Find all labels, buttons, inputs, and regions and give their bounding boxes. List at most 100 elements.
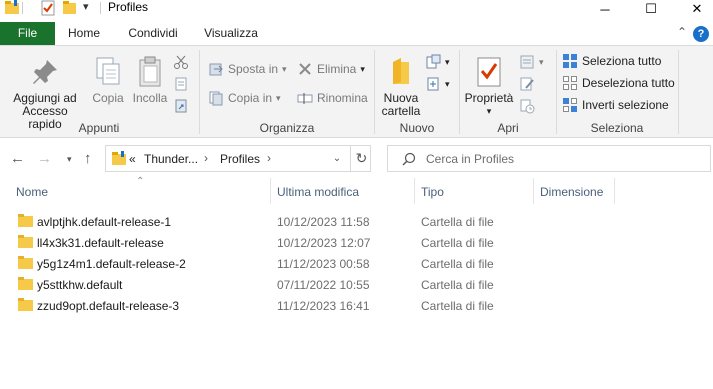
list-item[interactable]: y5g1z4m1.default-release-2 11/12/2023 00… xyxy=(13,253,573,274)
edit-pencil-icon xyxy=(520,77,534,91)
title-bar: ▾ Profiles ─ ☐ ✕ xyxy=(0,0,713,20)
collapse-ribbon-icon[interactable]: ⌃ xyxy=(677,25,687,39)
history-button[interactable] xyxy=(519,96,539,116)
column-divider[interactable] xyxy=(270,178,271,204)
group-label-organizza: Organizza xyxy=(259,121,315,135)
tab-visualizza[interactable]: Visualizza xyxy=(196,22,266,45)
move-to-button[interactable]: Sposta in ▾ xyxy=(208,59,287,79)
search-box[interactable] xyxy=(387,145,711,172)
folder-icon xyxy=(18,213,34,231)
file-modified: 10/12/2023 12:07 xyxy=(277,236,371,250)
copy-to-dropdown-icon: ▾ xyxy=(276,92,281,103)
properties-check-icon[interactable] xyxy=(40,0,56,16)
new-item-button[interactable]: ▾ xyxy=(425,52,450,72)
breadcrumb-chevron-icon[interactable]: › xyxy=(267,151,271,165)
address-dropdown-icon[interactable]: ⌄ xyxy=(324,150,350,168)
breadcrumb-profiles[interactable]: Profiles xyxy=(220,152,260,166)
tab-file[interactable]: File xyxy=(0,22,55,45)
column-divider[interactable] xyxy=(533,178,534,204)
new-folder-button[interactable]: Nuova cartella xyxy=(378,50,424,118)
file-name: y5sttkhw.default xyxy=(37,278,123,292)
help-icon[interactable]: ? xyxy=(693,26,709,42)
list-item[interactable]: ll4x3k31.default-release 10/12/2023 12:0… xyxy=(13,232,573,253)
file-type: Cartella di file xyxy=(421,278,494,292)
column-header-type[interactable]: Tipo xyxy=(421,185,444,199)
folder-icon xyxy=(18,297,34,315)
file-modified: 10/12/2023 11:58 xyxy=(277,215,370,229)
minimize-button[interactable]: ─ xyxy=(582,0,628,18)
maximize-button[interactable]: ☐ xyxy=(628,0,674,18)
refresh-icon[interactable]: ↻ xyxy=(350,146,372,171)
column-divider[interactable] xyxy=(614,178,615,204)
file-modified: 11/12/2023 00:58 xyxy=(277,257,370,271)
recent-locations-icon[interactable]: ▾ xyxy=(67,154,72,165)
copy-to-icon xyxy=(209,91,223,106)
invert-selection-button[interactable]: Inverti selezione xyxy=(562,95,669,115)
paste-button[interactable]: Incolla xyxy=(130,50,170,105)
file-name: ll4x3k31.default-release xyxy=(37,236,164,250)
move-to-icon xyxy=(209,63,223,76)
easy-access-dropdown-icon: ▾ xyxy=(445,78,450,89)
qa-separator xyxy=(22,2,23,14)
invert-selection-icon xyxy=(563,98,577,112)
title-separator xyxy=(100,2,101,14)
open-dropdown-icon: ▾ xyxy=(539,56,544,67)
column-header-modified[interactable]: Ultima modifica xyxy=(277,185,359,199)
select-all-icon xyxy=(563,54,577,68)
new-folder-qa-icon[interactable] xyxy=(62,0,78,16)
group-label-seleziona: Seleziona xyxy=(590,121,644,135)
back-arrow-icon[interactable]: ← xyxy=(10,150,25,167)
close-button[interactable]: ✕ xyxy=(674,0,713,18)
navigation-bar: ← → ▾ ↑ « Thunder... › Profiles › ⌄ ↻ xyxy=(0,140,713,176)
list-item[interactable]: avlptjhk.default-release-1 10/12/2023 11… xyxy=(13,211,573,232)
edit-button[interactable] xyxy=(519,74,539,94)
address-bar[interactable]: « Thunder... › Profiles › ⌄ ↻ xyxy=(105,145,371,172)
tab-home[interactable]: Home xyxy=(58,22,110,45)
breadcrumb-thunderbird[interactable]: Thunder... xyxy=(144,152,198,166)
new-folder-icon xyxy=(387,56,415,88)
select-none-icon xyxy=(563,76,577,90)
scissors-icon xyxy=(174,55,188,69)
qa-customize-icon[interactable]: ▾ xyxy=(83,0,99,16)
sort-ascending-icon: ⌃ xyxy=(136,176,145,187)
properties-dropdown-icon: ▾ xyxy=(486,106,492,116)
column-divider[interactable] xyxy=(414,178,415,204)
copy-label: Copia xyxy=(92,91,124,105)
properties-button[interactable]: Proprietà ▾ xyxy=(462,50,516,118)
copy-button[interactable]: Copia xyxy=(88,50,128,105)
copy-path-icon xyxy=(175,77,187,91)
list-item[interactable]: zzud9opt.default-release-3 11/12/2023 16… xyxy=(13,295,573,316)
select-all-label: Seleziona tutto xyxy=(582,54,662,68)
easy-access-button[interactable]: ▾ xyxy=(425,74,450,94)
move-to-dropdown-icon: ▾ xyxy=(282,63,287,74)
breadcrumb-chevron-icon[interactable]: › xyxy=(204,151,208,165)
paste-shortcut-button[interactable] xyxy=(173,96,193,116)
file-type: Cartella di file xyxy=(421,236,494,250)
select-none-button[interactable]: Deseleziona tutto xyxy=(562,73,675,93)
copy-path-button[interactable] xyxy=(173,74,193,94)
delete-button[interactable]: Elimina ▾ xyxy=(297,59,365,79)
folder-app-icon[interactable] xyxy=(4,0,20,16)
file-name: y5g1z4m1.default-release-2 xyxy=(37,257,186,271)
pin-quick-access-button[interactable]: Aggiungi ad Accesso rapido xyxy=(4,50,86,131)
forward-arrow-icon[interactable]: → xyxy=(37,150,52,167)
invert-selection-label: Inverti selezione xyxy=(582,98,669,112)
column-header-name[interactable]: Nome xyxy=(16,185,48,199)
column-header-size[interactable]: Dimensione xyxy=(540,185,603,199)
copy-to-button[interactable]: Copia in ▾ xyxy=(208,88,281,108)
open-button[interactable]: ▾ xyxy=(519,52,544,72)
tab-condividi[interactable]: Condividi xyxy=(118,22,188,45)
delete-x-icon xyxy=(299,63,311,75)
breadcrumb-overflow[interactable]: « xyxy=(129,152,136,166)
rename-button[interactable]: Rinomina xyxy=(297,88,368,108)
paste-icon xyxy=(136,56,164,88)
up-arrow-icon[interactable]: ↑ xyxy=(84,150,92,167)
address-folder-icon xyxy=(111,151,127,170)
folder-icon xyxy=(18,234,34,252)
rename-label: Rinomina xyxy=(317,91,368,105)
list-item[interactable]: y5sttkhw.default 07/11/2022 10:55 Cartel… xyxy=(13,274,573,295)
cut-button[interactable] xyxy=(173,52,193,72)
search-input[interactable] xyxy=(426,150,696,168)
select-all-button[interactable]: Seleziona tutto xyxy=(562,51,661,71)
new-item-icon xyxy=(426,54,441,69)
